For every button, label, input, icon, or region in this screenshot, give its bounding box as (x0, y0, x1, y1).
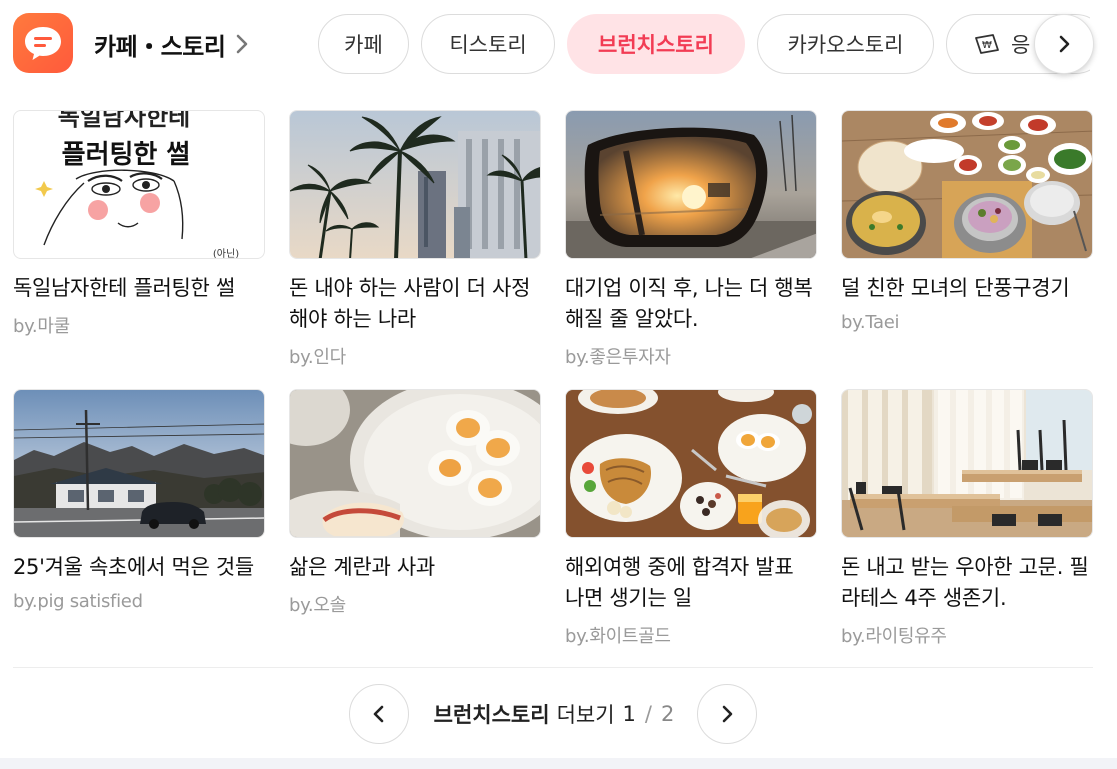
story-card[interactable]: 덜 친한 모녀의 단풍구경기 by.Taei (841, 110, 1093, 333)
tab-brunch-story[interactable]: 브런치스토리 (567, 14, 745, 74)
card-author: by.화이트골드 (565, 626, 671, 647)
thumb-note: (아닌) (213, 248, 239, 259)
tab-label: 응 (1011, 33, 1031, 57)
pager-current: 1 (622, 702, 636, 726)
story-card[interactable]: 독일남자한테 플러팅한 썰 (아닌) 독일남자한테 플러팅한 썰 by.마쿨 (13, 110, 265, 338)
card-thumbnail[interactable] (565, 110, 817, 259)
card-author: by.라이팅유주 (841, 626, 947, 647)
svg-text:₩: ₩ (982, 40, 992, 51)
tab-label: 티스토리 (449, 33, 527, 57)
service-tabs: 카페 티스토리 브런치스토리 카카오스토리 ₩ 응 (318, 14, 1090, 74)
card-thumbnail[interactable] (289, 110, 541, 259)
card-thumbnail[interactable] (13, 389, 265, 538)
chevron-left-icon (373, 705, 384, 723)
card-thumbnail[interactable] (289, 389, 541, 538)
card-title[interactable]: 대기업 이직 후, 나는 더 행복해질 줄 알았다. (565, 273, 817, 335)
tab-kakao-story[interactable]: 카카오스토리 (757, 14, 934, 74)
card-author: by.인다 (289, 347, 346, 368)
card-title[interactable]: 25'겨울 속초에서 먹은 것들 (13, 552, 265, 583)
chevron-right-icon (1059, 35, 1070, 53)
chevron-right-icon (237, 34, 248, 54)
tab-label: 카카오스토리 (787, 33, 904, 57)
story-card[interactable]: 해외여행 중에 합격자 발표 나면 생기는 일 by.화이트골드 (565, 389, 817, 648)
story-card[interactable]: 삶은 계란과 사과 by.오솔 (289, 389, 541, 617)
card-thumbnail[interactable] (565, 389, 817, 538)
card-title[interactable]: 해외여행 중에 합격자 발표 나면 생기는 일 (565, 552, 817, 614)
card-author: by.좋은투자자 (565, 347, 671, 368)
card-title[interactable]: 독일남자한테 플러팅한 썰 (13, 273, 265, 304)
divider (13, 667, 1093, 668)
card-thumbnail[interactable]: 독일남자한테 플러팅한 썰 (아닌) (13, 110, 265, 259)
card-title[interactable]: 삶은 계란과 사과 (289, 552, 541, 583)
card-title[interactable]: 돈 내고 받는 우아한 고문. 필라테스 4주 생존기. (841, 552, 1093, 614)
story-card[interactable]: 25'겨울 속초에서 먹은 것들 by.pig satisfied (13, 389, 265, 612)
story-card[interactable]: 돈 내고 받는 우아한 고문. 필라테스 4주 생존기. by.라이팅유주 (841, 389, 1093, 648)
card-author: by.Taei (841, 312, 900, 333)
tab-tistory[interactable]: 티스토리 (421, 14, 555, 74)
card-title[interactable]: 돈 내야 하는 사람이 더 사정해야 하는 나라 (289, 273, 541, 335)
pager-total: 2 (660, 702, 675, 726)
chevron-right-icon (722, 705, 733, 723)
money-icon: ₩ (975, 34, 999, 54)
pager-more: 더보기 (556, 703, 615, 727)
card-author: by.마쿨 (13, 316, 70, 337)
tab-cafe[interactable]: 카페 (318, 14, 409, 74)
previous-page-button[interactable] (349, 684, 409, 744)
footer-band (0, 758, 1117, 769)
thumb-caption: 플러팅한 썰 (62, 140, 191, 170)
next-page-button[interactable] (697, 684, 757, 744)
section-title-text: 카페・스토리 (94, 32, 226, 61)
pager-label[interactable]: 브런치스토리 더보기 1 / 2 (423, 699, 685, 729)
card-thumbnail[interactable] (841, 389, 1093, 538)
card-author: by.오솔 (289, 595, 346, 616)
card-thumbnail[interactable] (841, 110, 1093, 259)
pager-separator: / (644, 702, 652, 726)
card-author: by.pig satisfied (13, 591, 143, 612)
section-title[interactable]: 카페・스토리 (94, 26, 251, 62)
tab-label: 카페 (344, 33, 383, 57)
story-card[interactable]: 돈 내야 하는 사람이 더 사정해야 하는 나라 by.인다 (289, 110, 541, 369)
tab-label: 브런치스토리 (598, 33, 714, 57)
section-header: 카페・스토리 카페 티스토리 브런치스토리 카카오스토리 ₩ 응 (0, 0, 1117, 90)
tabs-next-button[interactable] (1034, 14, 1094, 74)
talk-logo-icon[interactable] (13, 13, 73, 73)
story-card[interactable]: 대기업 이직 후, 나는 더 행복해질 줄 알았다. by.좋은투자자 (565, 110, 817, 369)
thumb-caption-top: 독일남자한테 (58, 111, 190, 131)
card-title[interactable]: 덜 친한 모녀의 단풍구경기 (841, 273, 1093, 304)
pager: 브런치스토리 더보기 1 / 2 (349, 684, 759, 744)
pager-section: 브런치스토리 (433, 703, 550, 727)
